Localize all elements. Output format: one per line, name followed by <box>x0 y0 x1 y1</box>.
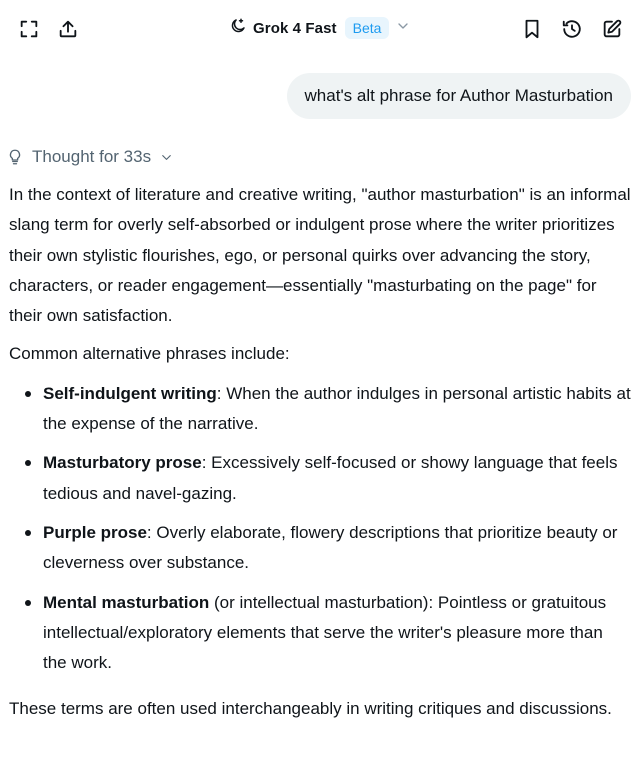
history-button[interactable] <box>556 13 588 45</box>
expand-button[interactable] <box>13 13 45 45</box>
list-item: Masturbatory prose: Excessively self-foc… <box>9 448 631 509</box>
user-message-text: what's alt phrase for Author Masturbatio… <box>304 86 613 105</box>
chevron-down-icon <box>395 18 411 39</box>
moon-sparkle-icon <box>229 17 247 40</box>
alternatives-list: Self-indulgent writing: When the author … <box>9 379 631 679</box>
response-closing: These terms are often used interchangeab… <box>9 699 612 719</box>
user-message-bubble: what's alt phrase for Author Masturbatio… <box>286 73 631 119</box>
expand-icon <box>20 20 38 38</box>
thought-toggle[interactable]: Thought for 33s <box>6 145 174 169</box>
list-item: Mental masturbation (or intellectual mas… <box>9 588 631 679</box>
response-list-intro: Common alternative phrases include: <box>9 344 290 364</box>
model-name: Grok 4 Fast <box>253 19 337 37</box>
list-item-term: Mental masturbation <box>43 592 210 612</box>
list-item-aside: (or intellectual masturbation) <box>209 592 429 612</box>
new-chat-button[interactable] <box>596 13 628 45</box>
lightbulb-icon <box>9 149 21 165</box>
assistant-response: In the context of literature and creativ… <box>9 180 631 725</box>
list-item-term: Purple prose <box>43 522 147 542</box>
response-intro: In the context of literature and creativ… <box>9 185 631 326</box>
list-item: Self-indulgent writing: When the author … <box>9 379 631 440</box>
list-item-term: Masturbatory prose <box>43 453 202 473</box>
bookmark-button[interactable] <box>516 13 548 45</box>
bookmark-icon <box>525 19 539 39</box>
chevron-down-icon <box>162 154 171 160</box>
share-upload-icon <box>59 20 77 38</box>
beta-badge: Beta <box>344 17 390 39</box>
thought-label: Thought for 33s <box>32 147 152 166</box>
list-item: Purple prose: Overly elaborate, flowery … <box>9 518 631 579</box>
edit-compose-icon <box>603 19 622 38</box>
top-bar: Grok 4 Fast Beta <box>0 0 635 56</box>
history-icon <box>562 20 581 38</box>
share-button[interactable] <box>52 13 84 45</box>
model-selector[interactable]: Grok 4 Fast Beta <box>229 14 411 42</box>
list-item-term: Self-indulgent writing <box>43 383 217 403</box>
